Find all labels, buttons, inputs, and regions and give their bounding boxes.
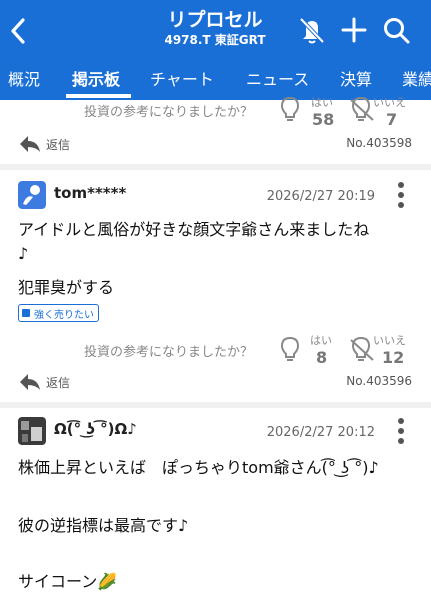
- tab-chart[interactable]: チャート: [150, 62, 214, 100]
- tab-performance[interactable]: 業績: [402, 62, 431, 100]
- reply-icon[interactable]: [18, 372, 42, 392]
- bell-off-icon[interactable]: [296, 14, 328, 46]
- divider: [0, 164, 431, 170]
- no-count: 7: [386, 110, 398, 129]
- post-date: 2026/2/27 20:12: [266, 425, 375, 440]
- vote-prompt: 投資の参考になりましたか？: [84, 105, 254, 120]
- stock-code: 4978.T 東証GRT: [164, 33, 266, 47]
- yes-caption: はい: [311, 96, 333, 109]
- reply-button[interactable]: 返信: [46, 136, 70, 153]
- yes-caption: はい: [310, 334, 332, 347]
- kebab-icon[interactable]: [397, 416, 405, 446]
- lightbulb-icon[interactable]: [279, 336, 301, 364]
- sentiment-badge: 強く売りたい: [18, 304, 99, 322]
- badge-square-icon: [22, 309, 30, 317]
- app-header: リプロセル 4978.T 東証GRT: [0, 0, 431, 62]
- post-date: 2026/2/27 20:19: [266, 189, 375, 204]
- username[interactable]: tom*****: [54, 184, 126, 202]
- tab-earnings[interactable]: 決算: [340, 62, 372, 100]
- plus-icon[interactable]: [338, 14, 370, 46]
- tab-news[interactable]: ニュース: [246, 62, 309, 100]
- avatar-icon[interactable]: [18, 181, 46, 209]
- post-text-line: アイドルと風俗が好きな顔文字爺さん来ましたね: [18, 220, 370, 239]
- lightbulb-icon[interactable]: [279, 96, 301, 124]
- page-title: リプロセル: [167, 9, 263, 31]
- post-text-line: ♪: [18, 244, 29, 263]
- reply-row: 返信 No.403598: [0, 132, 431, 158]
- no-caption: いいえ: [373, 96, 406, 109]
- lightbulb-off-icon[interactable]: [349, 96, 375, 124]
- username[interactable]: Ω(͡° ͜ʖ ͡°)Ω♪: [54, 420, 137, 438]
- post-text-line: サイコーン🌽: [18, 572, 118, 591]
- vote-row: 投資の参考になりましたか？ はい 8 いいえ 12: [0, 332, 431, 372]
- badge-label: 強く売りたい: [34, 309, 94, 321]
- tab-overview[interactable]: 概況: [8, 62, 40, 100]
- post-number: No.403596: [346, 374, 412, 388]
- no-count: 12: [382, 348, 405, 367]
- post-header: Ω(͡° ͜ʖ ͡°)Ω♪ 2026/2/27 20:12: [0, 416, 431, 456]
- tab-bar: 概況 掲示板 チャート ニュース 決算 業績: [0, 62, 431, 100]
- post-number: No.403598: [346, 136, 412, 150]
- back-icon[interactable]: [6, 14, 32, 48]
- reply-row: 返信 No.403596: [0, 370, 431, 396]
- kebab-icon[interactable]: [397, 180, 405, 210]
- vote-prompt: 投資の参考になりましたか？: [84, 345, 254, 360]
- avatar-icon[interactable]: [18, 417, 46, 445]
- lightbulb-off-icon[interactable]: [349, 336, 375, 364]
- post-header: tom***** 2026/2/27 20:19: [0, 180, 431, 220]
- no-caption: いいえ: [373, 334, 406, 347]
- reply-button[interactable]: 返信: [46, 374, 70, 391]
- search-icon[interactable]: [380, 14, 412, 46]
- post-text-line: 彼の逆指標は最高です♪: [18, 516, 189, 535]
- divider: [0, 402, 431, 408]
- post-text-line: 株価上昇といえば ぽっちゃりtom爺さん(͡° ͜ʖ ͡°)♪: [18, 458, 379, 477]
- yes-count: 58: [312, 110, 335, 129]
- yes-count: 8: [316, 348, 328, 367]
- post-text-line: 犯罪臭がする: [18, 278, 115, 297]
- header-title-block: リプロセル 4978.T 東証GRT: [140, 8, 290, 48]
- reply-icon[interactable]: [18, 134, 42, 154]
